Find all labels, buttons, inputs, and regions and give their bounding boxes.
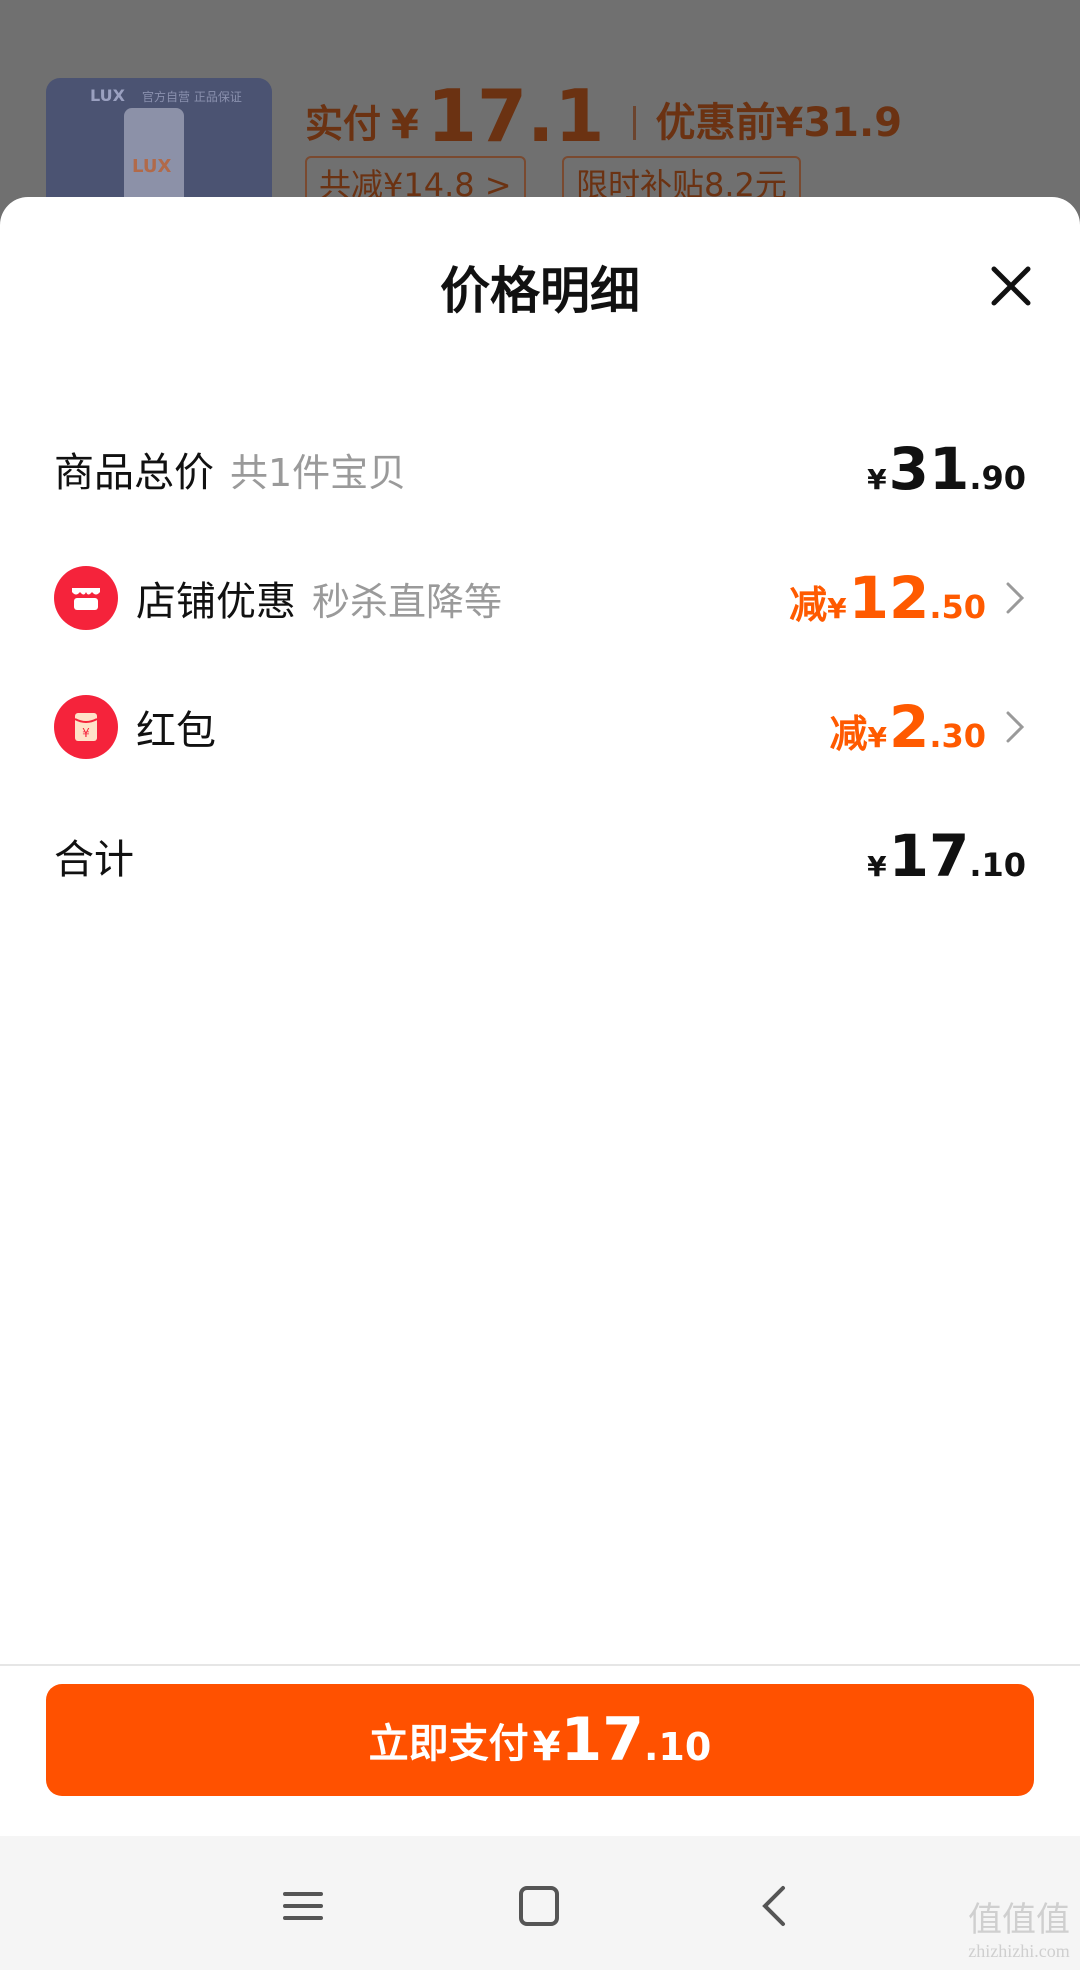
amount-yen: ¥ [827,592,847,625]
amount-integer: 31 [888,435,970,503]
row-red-packet[interactable]: ¥ 红包 减 ¥ 2 .30 [0,677,1080,777]
pay-button-amount: ¥ 17 .10 [529,1705,712,1775]
amount-integer: 12 [848,564,930,632]
red-packet-icon: ¥ [54,695,118,759]
background-product-header: LUX 官方自营 正品保证 LUX 实付 ¥ 17.1 优惠前¥31.9 共减¥… [0,0,1080,228]
pay-button-decimal: .10 [644,1725,712,1769]
svg-text:¥: ¥ [82,726,90,740]
row-sublabel: 共1件宝贝 [230,450,407,495]
pay-button-yen: ¥ [532,1724,561,1770]
row-label: 店铺优惠 [136,579,296,625]
watermark-url: zhizhizhi.com [968,1941,1070,1961]
row-sublabel: 秒杀直降等 [312,579,503,624]
pay-button-label: 立即支付 [368,1721,529,1767]
sheet-title: 价格明细 [440,262,640,320]
background-price-line: 实付 ¥ 17.1 优惠前¥31.9 [305,74,903,158]
close-icon [991,266,1031,306]
shop-icon [54,566,118,630]
paid-yen: ¥ [391,102,419,148]
amount-decimal: .50 [929,588,986,626]
amount-decimal: .10 [969,846,1026,884]
bottle-brand-label: LUX [132,156,172,177]
row-amount: ¥ 31 .90 [867,435,1026,503]
row-store-discount[interactable]: 店铺优惠 秒杀直降等 减 ¥ 12 .50 [0,548,1080,648]
price-before-discount: 优惠前¥31.9 [655,100,903,146]
row-amount: 减 ¥ 12 .50 [789,564,986,632]
pay-button-integer: 17 [560,1705,645,1775]
chevron-right-icon [1006,582,1025,614]
row-label: 红包 [136,708,216,754]
bottom-divider [0,1664,1080,1666]
watermark-main: 值值值 [968,1902,1070,1939]
paid-label: 实付 [305,102,382,146]
amount-prefix: 减 [789,583,828,627]
watermark: 值值值 zhizhizhi.com [968,1892,1070,1962]
amount-integer: 17 [888,822,970,890]
back-button[interactable] [745,1876,805,1936]
row-goods-total: 商品总价 共1件宝贝 ¥ 31 .90 [0,419,1080,519]
amount-integer: 2 [888,693,930,761]
amount-yen: ¥ [867,463,887,496]
paid-amount: 17.1 [426,74,605,158]
home-button[interactable] [509,1876,569,1936]
back-icon [762,1886,785,1926]
amount-decimal: .90 [969,459,1026,497]
menu-button[interactable] [273,1876,333,1936]
thumbnail-subtext: 官方自营 正品保证 [142,90,242,104]
row-label: 合计 [54,837,134,883]
pay-now-button[interactable]: 立即支付 ¥ 17 .10 [46,1684,1034,1796]
amount-prefix: 减 [829,712,868,756]
chevron-right-icon [1006,711,1025,743]
amount-decimal: .30 [929,717,986,755]
price-separator [632,106,636,140]
menu-icon [283,1892,323,1920]
row-amount: 减 ¥ 2 .30 [829,693,986,761]
system-navigation-bar: 值值值 zhizhizhi.com [0,1836,1080,1970]
close-button[interactable] [986,261,1036,311]
amount-yen: ¥ [867,721,887,754]
row-grand-total: 合计 ¥ 17 .10 [0,806,1080,906]
thumbnail-brand: LUX [90,86,125,105]
row-label: 商品总价 [54,450,214,496]
amount-yen: ¥ [867,850,887,883]
home-icon [519,1886,559,1926]
row-amount: ¥ 17 .10 [867,822,1026,890]
